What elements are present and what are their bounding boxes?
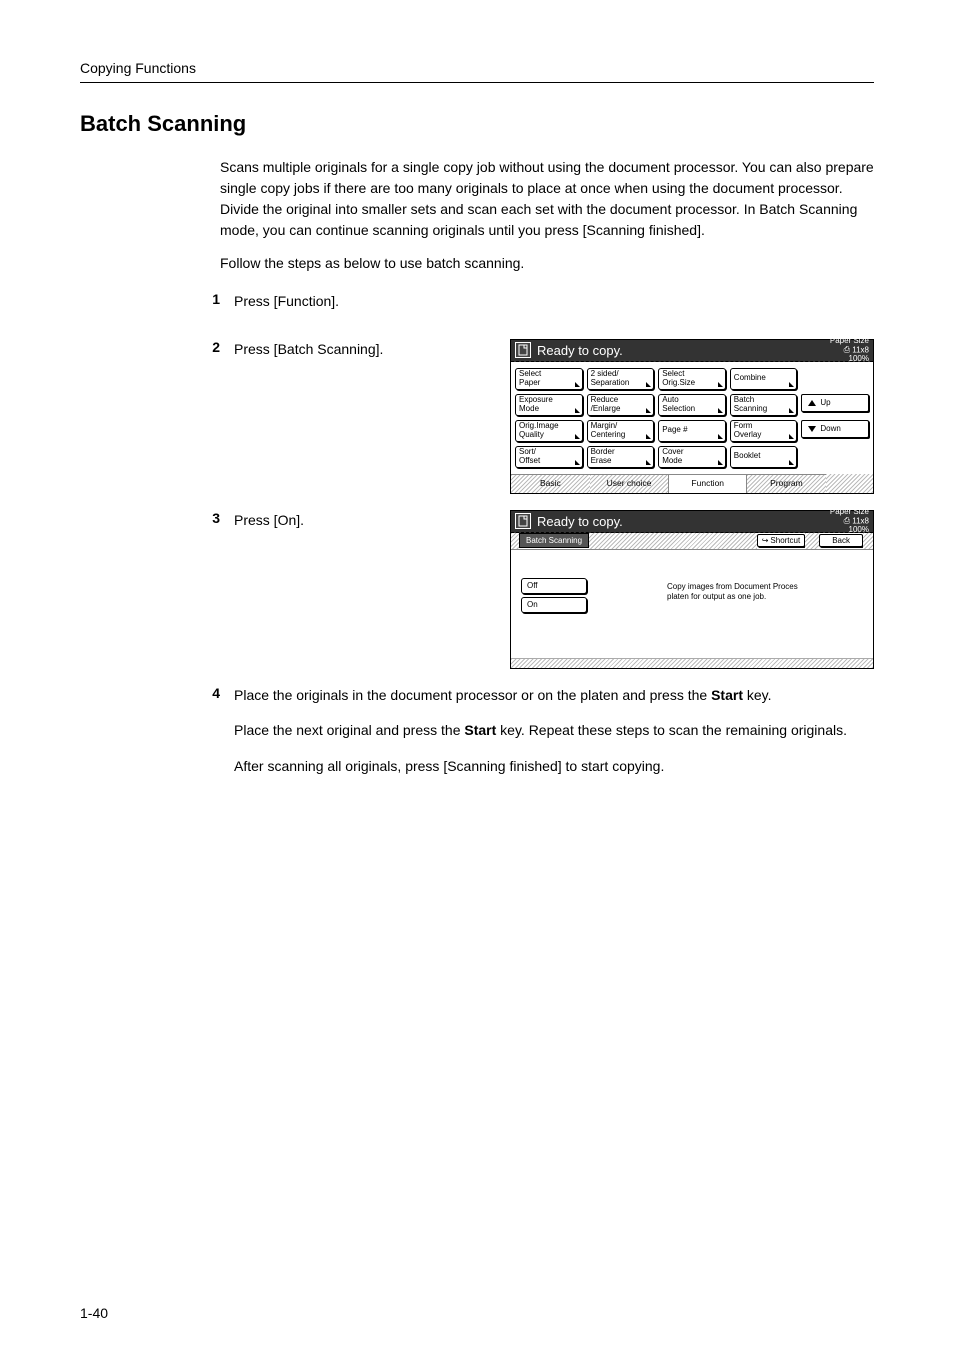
step-number: 2 xyxy=(190,339,220,355)
document-icon xyxy=(515,342,531,358)
page-number: 1-40 xyxy=(80,1305,108,1321)
back-button[interactable]: Back xyxy=(819,534,863,547)
breadcrumb: Copying Functions xyxy=(80,60,874,76)
tab-basic[interactable]: Basic xyxy=(511,474,590,493)
paper-size-label: Paper Size xyxy=(830,336,869,345)
step-text: Press [Function]. xyxy=(234,291,874,313)
step-text: Place the next original and press the St… xyxy=(234,720,874,742)
intro-follow: Follow the steps as below to use batch s… xyxy=(220,255,874,271)
auto-selection-button[interactable]: AutoSelection xyxy=(658,394,726,416)
orig-image-quality-button[interactable]: Orig.ImageQuality xyxy=(515,420,583,442)
step-number: 4 xyxy=(190,685,220,701)
panel-title: Ready to copy. xyxy=(537,514,623,529)
step-text: Place the originals in the document proc… xyxy=(234,685,874,707)
tab-program[interactable]: Program xyxy=(747,474,826,493)
zoom-value: 100% xyxy=(849,354,869,363)
form-overlay-button[interactable]: FormOverlay xyxy=(730,420,798,442)
select-paper-button[interactable]: SelectPaper xyxy=(515,368,583,390)
tab-user-choice[interactable]: User choice xyxy=(590,474,669,493)
arrow-icon: ↪ xyxy=(762,536,769,545)
step-number: 3 xyxy=(190,510,220,526)
margin-centering-button[interactable]: Margin/Centering xyxy=(587,420,655,442)
paper-size-value: 11x8 xyxy=(852,516,869,525)
help-text: Copy images from Document Proces platen … xyxy=(595,578,867,640)
step-text: Press [On]. xyxy=(234,510,394,532)
step-text: After scanning all originals, press [Sca… xyxy=(234,756,874,778)
copier-panel-batch-scanning: Ready to copy. Paper Size ⎙ 11x8 100% Ba… xyxy=(510,510,874,669)
screen-label: Batch Scanning xyxy=(519,533,589,548)
step-number: 1 xyxy=(190,291,220,307)
triangle-up-icon xyxy=(808,400,816,406)
panel-title: Ready to copy. xyxy=(537,343,623,358)
page-title: Batch Scanning xyxy=(80,111,874,137)
sort-offset-button[interactable]: Sort/Offset xyxy=(515,446,583,468)
cover-mode-button[interactable]: CoverMode xyxy=(658,446,726,468)
document-icon xyxy=(515,513,531,529)
select-orig-size-button[interactable]: SelectOrig.Size xyxy=(658,368,726,390)
step-text: Press [Batch Scanning]. xyxy=(234,339,394,361)
off-button[interactable]: Off xyxy=(521,578,587,594)
titlebar: Ready to copy. Paper Size ⎙ 11x8 100% xyxy=(511,511,873,533)
divider xyxy=(80,82,874,83)
page-number-button[interactable]: Page # xyxy=(658,420,726,442)
shortcut-button[interactable]: ↪ Shortcut xyxy=(757,534,806,547)
titlebar: Ready to copy. Paper Size ⎙ 11x8 100% xyxy=(511,340,873,362)
exposure-mode-button[interactable]: ExposureMode xyxy=(515,394,583,416)
reduce-enlarge-button[interactable]: Reduce/Enlarge xyxy=(587,394,655,416)
on-button[interactable]: On xyxy=(521,597,587,613)
paper-size-label: Paper Size xyxy=(830,507,869,516)
copier-panel-functions: Ready to copy. Paper Size ⎙ 11x8 100% Se… xyxy=(510,339,874,494)
intro-paragraph: Scans multiple originals for a single co… xyxy=(220,157,874,241)
triangle-down-icon xyxy=(808,426,816,432)
combine-button[interactable]: Combine xyxy=(730,368,798,390)
up-button[interactable]: Up xyxy=(801,394,869,412)
paper-size-value: 11x8 xyxy=(852,345,869,354)
booklet-button[interactable]: Booklet xyxy=(730,446,798,468)
batch-scanning-button[interactable]: BatchScanning xyxy=(730,394,798,416)
border-erase-button[interactable]: BorderErase xyxy=(587,446,655,468)
down-button[interactable]: Down xyxy=(801,420,869,438)
two-sided-button[interactable]: 2 sided/Separation xyxy=(587,368,655,390)
tab-function[interactable]: Function xyxy=(668,474,747,493)
